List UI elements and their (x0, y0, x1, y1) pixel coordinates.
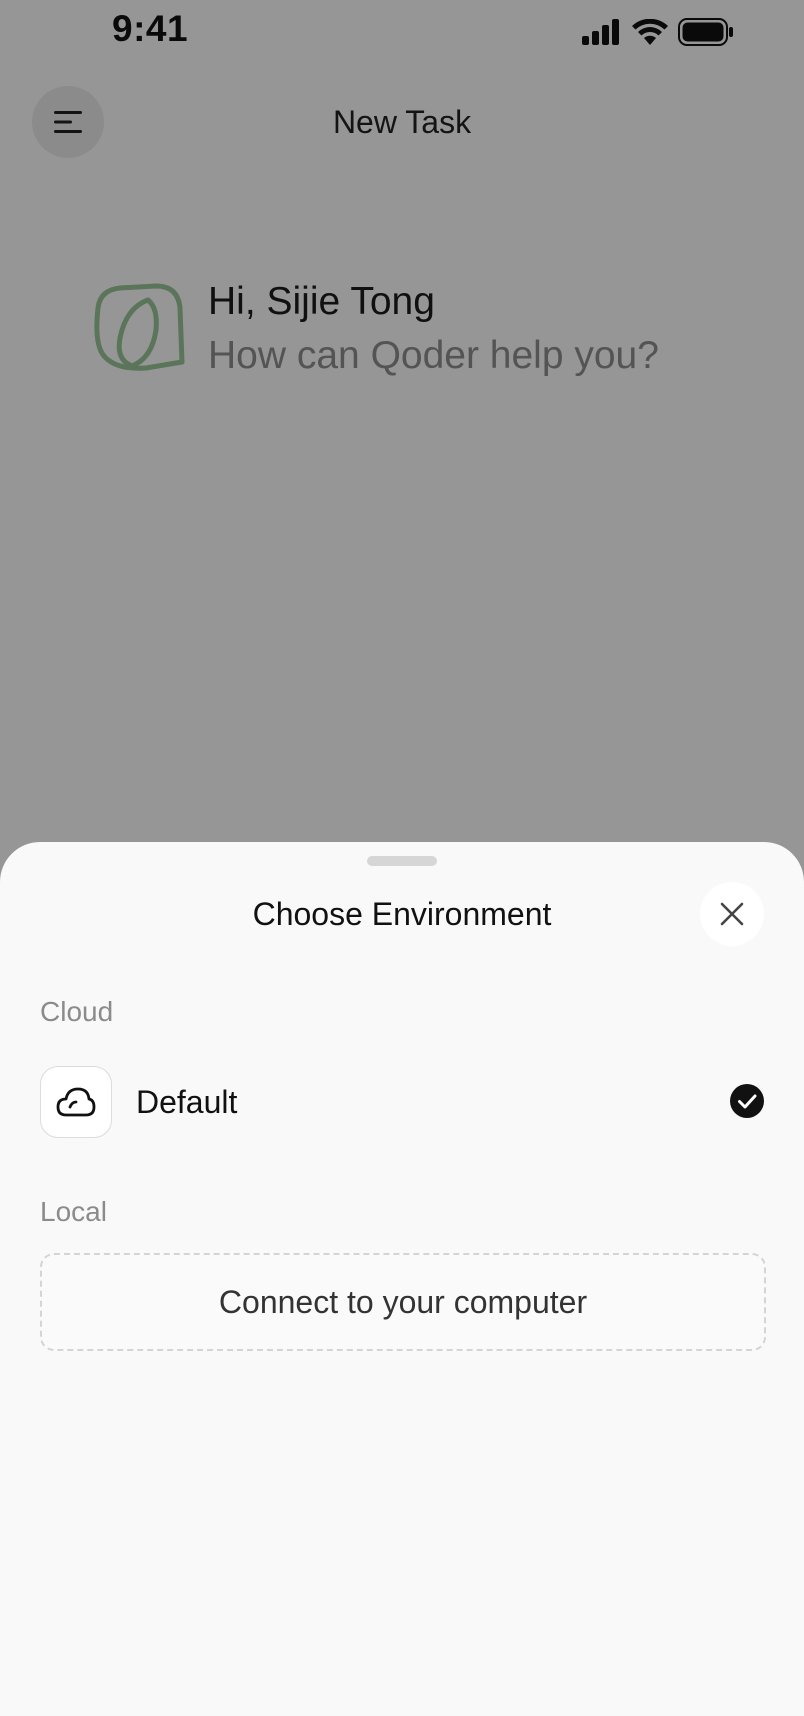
cloud-icon (56, 1087, 96, 1117)
environment-icon-box (40, 1066, 112, 1138)
section-label-local: Local (40, 1196, 107, 1227)
section-label-cloud: Cloud (40, 996, 114, 1027)
close-icon (720, 902, 744, 926)
sheet-title: Choose Environment (252, 896, 552, 932)
connect-computer-button[interactable]: Connect to your computer (40, 1253, 766, 1351)
choose-environment-sheet: Choose Environment Cloud Default Local C… (0, 842, 804, 1716)
close-button[interactable] (700, 882, 764, 946)
sheet-grabber[interactable] (367, 856, 437, 866)
check-circle-icon (730, 1084, 764, 1118)
environment-option-default[interactable]: Default (40, 1066, 764, 1138)
environment-label: Default (136, 1084, 238, 1120)
